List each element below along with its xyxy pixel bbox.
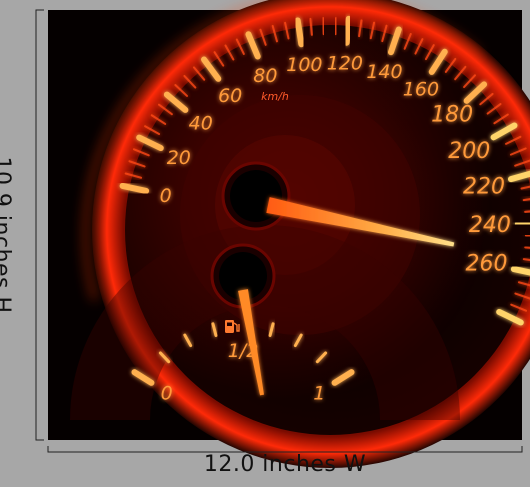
width-dimension-label: 12.0 inches W bbox=[203, 452, 367, 477]
speed-label: 20 bbox=[167, 147, 191, 169]
speed-label: 260 bbox=[466, 251, 508, 276]
fuel-label: 0 bbox=[161, 382, 173, 404]
product-preview: 0 20 4060 80 100 120 140160180 200 220 240 260 km/… bbox=[35, 0, 530, 468]
speed-label: 120 bbox=[327, 53, 363, 75]
speed-label: 140 bbox=[366, 61, 402, 83]
speed-unit-label: km/h bbox=[261, 90, 289, 103]
speed-label: 0 bbox=[160, 185, 172, 207]
speed-needle-hub bbox=[221, 161, 291, 231]
speed-label: 160 bbox=[403, 79, 439, 101]
speed-label: 220 bbox=[463, 175, 505, 200]
speed-major-tick bbox=[514, 220, 530, 227]
speed-minor-tick bbox=[322, 17, 325, 36]
speed-label: 80 bbox=[253, 65, 277, 87]
speed-label: 40 bbox=[189, 113, 213, 135]
height-dimension-label: 10.9 inches H bbox=[0, 156, 14, 313]
fuel-label: 1 bbox=[313, 382, 325, 404]
speed-label: 100 bbox=[286, 54, 322, 76]
speed-label: 180 bbox=[431, 103, 473, 128]
speed-major-tick bbox=[294, 17, 305, 48]
speed-label: 240 bbox=[469, 213, 511, 238]
speed-label: 200 bbox=[448, 139, 490, 164]
speed-major-tick bbox=[343, 15, 352, 46]
speed-label: 60 bbox=[218, 85, 242, 107]
